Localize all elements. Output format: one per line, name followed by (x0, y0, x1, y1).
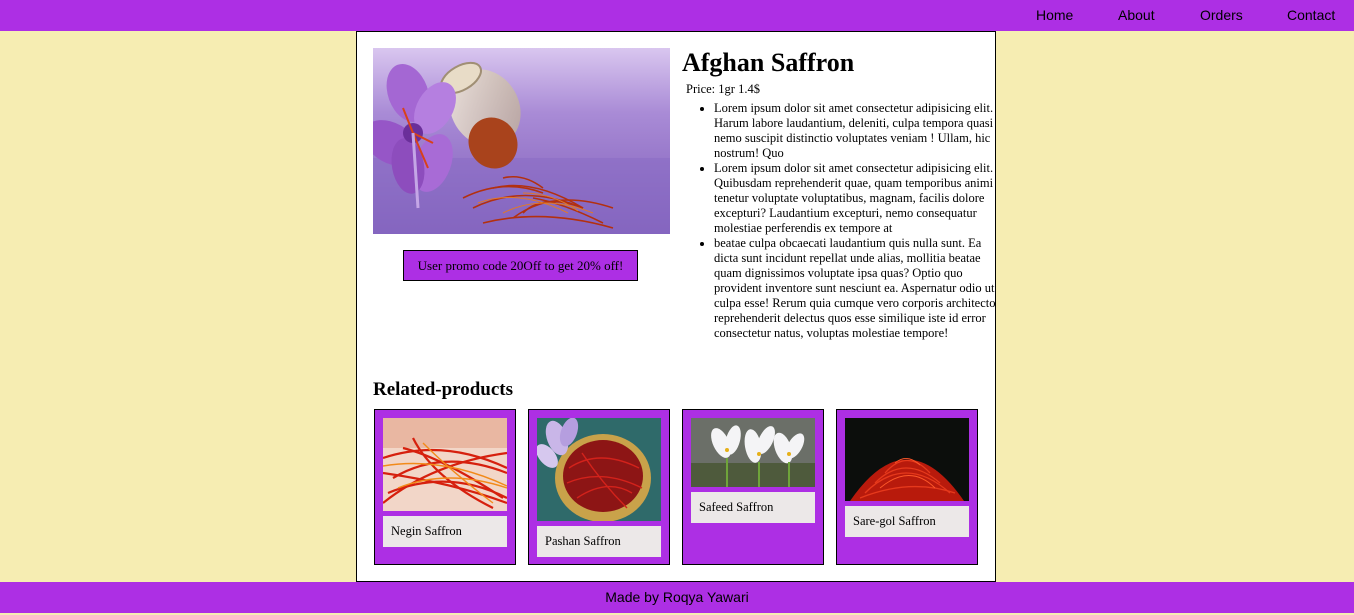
footer-credit: Made by Roqya Yawari (605, 589, 749, 605)
related-product-label: Safeed Saffron (691, 492, 815, 523)
top-nav: Home About Orders Contact (0, 0, 1354, 31)
related-product-label: Pashan Saffron (537, 526, 661, 557)
footer: Made by Roqya Yawari (0, 582, 1354, 613)
nav-about-link[interactable]: About (1118, 7, 1155, 23)
promo-code-button[interactable]: User promo code 20Off to get 20% off! (403, 250, 638, 281)
negin-saffron-image (383, 418, 507, 511)
product-panel: User promo code 20Off to get 20% off! Af… (356, 31, 996, 582)
related-product-label: Negin Saffron (383, 516, 507, 547)
product-title: Afghan Saffron (682, 48, 855, 77)
related-product-card-safeed[interactable]: Safeed Saffron (682, 409, 824, 565)
sare-gol-saffron-image (845, 418, 969, 501)
safeed-saffron-image (691, 418, 815, 487)
nav-orders-link[interactable]: Orders (1200, 7, 1243, 23)
related-product-card-negin[interactable]: Negin Saffron (374, 409, 516, 565)
product-price: Price: 1gr 1.4$ (686, 82, 760, 96)
pashan-saffron-image (537, 418, 661, 521)
description-item: Lorem ipsum dolor sit amet consectetur a… (714, 101, 1000, 161)
related-product-card-pashan[interactable]: Pashan Saffron (528, 409, 670, 565)
product-image (373, 48, 670, 234)
related-product-label: Sare-gol Saffron (845, 506, 969, 537)
description-item: beatae culpa obcaecati laudantium quis n… (714, 236, 1000, 341)
nav-contact-link[interactable]: Contact (1287, 7, 1335, 23)
description-item: Lorem ipsum dolor sit amet consectetur a… (714, 161, 1000, 236)
nav-home-link[interactable]: Home (1036, 7, 1073, 23)
product-description-list: Lorem ipsum dolor sit amet consectetur a… (696, 101, 1000, 341)
related-product-card-sare-gol[interactable]: Sare-gol Saffron (836, 409, 978, 565)
related-products-heading: Related-products (373, 379, 514, 400)
